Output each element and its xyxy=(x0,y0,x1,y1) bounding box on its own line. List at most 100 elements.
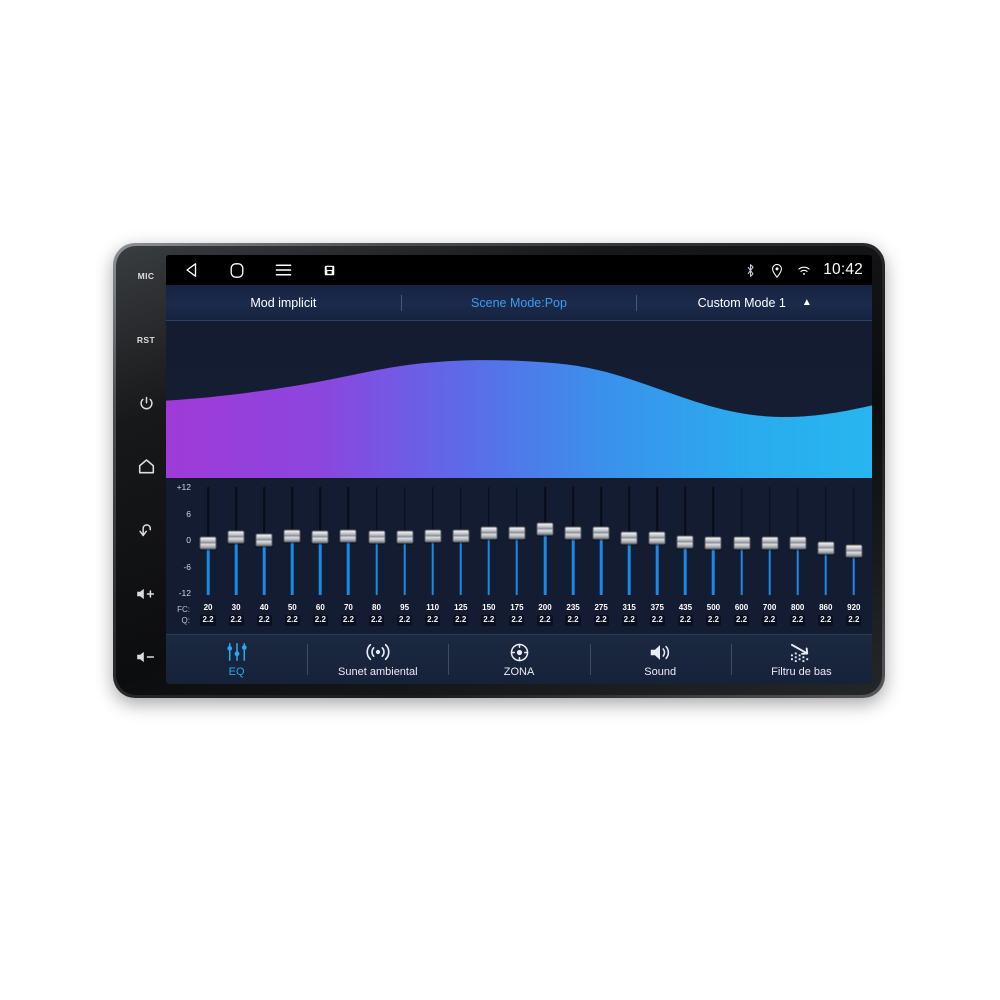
q-value[interactable]: 2.2 xyxy=(340,615,356,626)
slider-knob[interactable] xyxy=(592,526,610,540)
tab-sound[interactable]: Sound xyxy=(589,635,731,684)
fcq-column[interactable]: 175 2.2 xyxy=(503,598,531,632)
slider-knob[interactable] xyxy=(311,530,329,544)
tab-zona[interactable]: ZONA xyxy=(448,635,589,684)
eq-slider-200[interactable] xyxy=(531,481,559,598)
fcq-column[interactable]: 700 2.2 xyxy=(756,598,784,632)
eq-slider-30[interactable] xyxy=(222,481,250,598)
q-value[interactable]: 2.2 xyxy=(705,615,721,626)
screenshot-icon[interactable] xyxy=(320,261,338,279)
reset-button[interactable]: RST xyxy=(133,329,159,351)
fcq-column[interactable]: 235 2.2 xyxy=(559,598,587,632)
slider-knob[interactable] xyxy=(620,531,638,545)
eq-slider-275[interactable] xyxy=(587,481,615,598)
slider-knob[interactable] xyxy=(733,536,751,550)
slider-knob[interactable] xyxy=(227,530,245,544)
slider-knob[interactable] xyxy=(508,526,526,540)
q-value[interactable]: 2.2 xyxy=(565,615,581,626)
slider-knob[interactable] xyxy=(536,522,554,536)
mode-default[interactable]: Mod implicit xyxy=(166,296,401,310)
volume-up-button[interactable] xyxy=(133,583,159,605)
fcq-column[interactable]: 95 2.2 xyxy=(391,598,419,632)
slider-knob[interactable] xyxy=(676,535,694,549)
eq-slider-125[interactable] xyxy=(447,481,475,598)
fcq-column[interactable]: 40 2.2 xyxy=(250,598,278,632)
slider-knob[interactable] xyxy=(761,536,779,550)
slider-knob[interactable] xyxy=(648,531,666,545)
tab-filtru-de-bas[interactable]: Filtru de bas xyxy=(730,635,872,684)
q-value[interactable]: 2.2 xyxy=(762,615,778,626)
fcq-column[interactable]: 315 2.2 xyxy=(615,598,643,632)
q-value[interactable]: 2.2 xyxy=(509,615,525,626)
back-icon[interactable] xyxy=(182,261,200,279)
eq-slider-110[interactable] xyxy=(419,481,447,598)
slider-knob[interactable] xyxy=(704,536,722,550)
fcq-column[interactable]: 860 2.2 xyxy=(812,598,840,632)
fcq-column[interactable]: 110 2.2 xyxy=(419,598,447,632)
slider-knob[interactable] xyxy=(480,526,498,540)
q-value[interactable]: 2.2 xyxy=(733,615,750,626)
slider-knob[interactable] xyxy=(199,536,217,550)
eq-slider-600[interactable] xyxy=(727,481,755,598)
eq-slider-70[interactable] xyxy=(334,481,362,598)
eq-slider-500[interactable] xyxy=(699,481,727,598)
slider-knob[interactable] xyxy=(339,529,357,543)
fcq-column[interactable]: 70 2.2 xyxy=(334,598,362,632)
tab-eq[interactable]: EQ xyxy=(166,635,307,684)
q-value[interactable]: 2.2 xyxy=(256,615,272,626)
q-value[interactable]: 2.2 xyxy=(818,615,834,626)
q-value[interactable]: 2.2 xyxy=(312,615,328,626)
eq-slider-175[interactable] xyxy=(503,481,531,598)
q-value[interactable]: 2.2 xyxy=(677,615,693,626)
slider-knob[interactable] xyxy=(564,526,582,540)
mic-button[interactable]: MIC xyxy=(133,265,159,287)
home-icon[interactable] xyxy=(228,261,246,279)
fcq-column[interactable]: 920 2.2 xyxy=(840,598,868,632)
q-value[interactable]: 2.2 xyxy=(593,615,609,626)
fcq-column[interactable]: 50 2.2 xyxy=(278,598,306,632)
chevron-up-icon[interactable]: ▲ xyxy=(802,297,812,308)
home-button[interactable] xyxy=(133,456,159,478)
eq-slider-80[interactable] xyxy=(362,481,390,598)
q-value[interactable]: 2.2 xyxy=(397,615,413,626)
fcq-column[interactable]: 150 2.2 xyxy=(475,598,503,632)
q-value[interactable]: 2.2 xyxy=(621,615,637,626)
eq-slider-375[interactable] xyxy=(643,481,671,598)
q-value[interactable]: 2.2 xyxy=(200,615,216,626)
eq-slider-700[interactable] xyxy=(756,481,784,598)
tab-sunet-ambiental[interactable]: Sunet ambiental xyxy=(307,635,448,684)
fcq-column[interactable]: 275 2.2 xyxy=(587,598,615,632)
eq-slider-40[interactable] xyxy=(250,481,278,598)
slider-knob[interactable] xyxy=(283,529,301,543)
fcq-column[interactable]: 435 2.2 xyxy=(671,598,699,632)
eq-slider-800[interactable] xyxy=(784,481,812,598)
q-value[interactable]: 2.2 xyxy=(790,615,806,626)
eq-slider-920[interactable] xyxy=(840,481,868,598)
q-value[interactable]: 2.2 xyxy=(368,615,385,626)
slider-knob[interactable] xyxy=(368,530,385,544)
slider-knob[interactable] xyxy=(817,541,835,555)
mode-scene[interactable]: Scene Mode:Pop xyxy=(402,296,637,310)
volume-down-button[interactable] xyxy=(133,646,159,668)
eq-slider-60[interactable] xyxy=(306,481,334,598)
power-button[interactable] xyxy=(133,392,159,414)
slider-knob[interactable] xyxy=(452,529,470,543)
slider-knob[interactable] xyxy=(424,529,442,543)
q-value[interactable]: 2.2 xyxy=(846,615,862,626)
q-value[interactable]: 2.2 xyxy=(284,615,300,626)
fcq-column[interactable]: 30 2.2 xyxy=(222,598,250,632)
eq-slider-20[interactable] xyxy=(194,481,222,598)
eq-slider-860[interactable] xyxy=(812,481,840,598)
menu-icon[interactable] xyxy=(274,261,292,279)
q-value[interactable]: 2.2 xyxy=(228,615,244,626)
eq-slider-150[interactable] xyxy=(475,481,503,598)
fcq-column[interactable]: 500 2.2 xyxy=(699,598,727,632)
mode-custom[interactable]: Custom Mode 1 ▲ xyxy=(637,296,872,310)
eq-slider-95[interactable] xyxy=(391,481,419,598)
slider-knob[interactable] xyxy=(789,536,807,550)
fcq-column[interactable]: 375 2.2 xyxy=(643,598,671,632)
fcq-column[interactable]: 800 2.2 xyxy=(784,598,812,632)
fcq-column[interactable]: 60 2.2 xyxy=(306,598,334,632)
eq-slider-50[interactable] xyxy=(278,481,306,598)
q-value[interactable]: 2.2 xyxy=(649,615,665,626)
